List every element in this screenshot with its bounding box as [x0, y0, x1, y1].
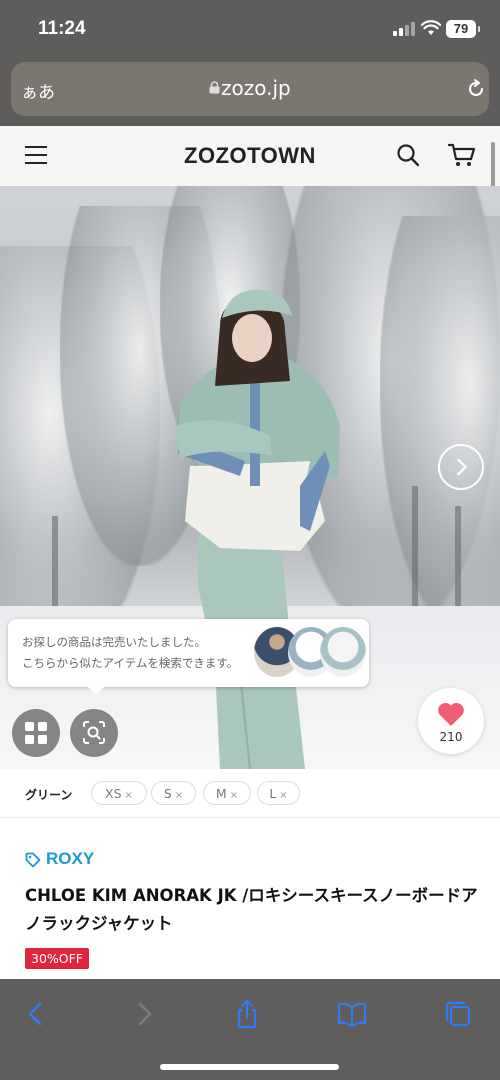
image-search-button[interactable] — [70, 709, 118, 757]
bookmarks-icon[interactable] — [337, 999, 367, 1029]
site-header: ZOZOTOWN — [0, 126, 500, 186]
size-chip-s[interactable]: S × — [151, 781, 196, 805]
similar-item-thumbnail[interactable] — [320, 627, 366, 677]
unavailable-icon: × — [229, 790, 239, 801]
forward-icon[interactable] — [128, 999, 158, 1029]
search-icon[interactable] — [396, 143, 420, 167]
grid-view-button[interactable] — [12, 709, 60, 757]
size-label: L — [269, 786, 277, 801]
text-size-button[interactable]: ぁあ — [21, 78, 55, 103]
tabs-icon[interactable] — [443, 999, 473, 1029]
unavailable-icon: × — [279, 790, 288, 801]
size-chip-m[interactable]: M × — [203, 781, 251, 805]
sold-out-popup[interactable]: お探しの商品は完売いたしました。 こちらから似たアイテムを検索できます。 — [8, 619, 369, 695]
size-chip-l[interactable]: L × — [257, 781, 300, 805]
model-figure — [175, 289, 340, 769]
color-label: グリーン — [25, 788, 73, 802]
next-arrow-icon — [457, 458, 467, 476]
url-domain: zozo.jp — [221, 76, 291, 100]
share-icon[interactable] — [232, 999, 262, 1029]
product-title: CHLOE KIM ANORAK JK /ロキシースキースノーボードアノラックジ… — [25, 886, 478, 933]
unavailable-icon: × — [124, 790, 133, 801]
grid-icon — [25, 722, 47, 744]
web-page: ZOZOTOWN お探しの商品は完売いたしました。 こちらから似たアイテムを検索… — [0, 126, 500, 979]
product-image[interactable]: お探しの商品は完売いたしました。 こちらから似たアイテムを検索できます。 210 — [0, 186, 500, 769]
unavailable-icon: × — [174, 790, 184, 801]
size-label: S — [163, 786, 172, 801]
heart-icon — [438, 702, 464, 726]
brand-name: ROXY — [46, 849, 95, 868]
reload-icon[interactable] — [466, 79, 486, 99]
wifi-icon — [421, 20, 441, 35]
size-label: M — [215, 786, 227, 801]
cart-icon[interactable] — [448, 142, 476, 168]
sold-out-message: お探しの商品は完売いたしました。 — [22, 635, 206, 649]
battery-icon: 79 — [446, 20, 480, 38]
home-indicator[interactable] — [160, 1064, 339, 1070]
next-image-button[interactable] — [438, 444, 484, 490]
image-search-icon — [83, 721, 105, 744]
status-time: 11:24 — [38, 18, 86, 39]
status-bar: 11:24 79 — [0, 0, 500, 56]
site-logo[interactable]: ZOZOTOWN — [0, 143, 500, 169]
size-selector: グリーン XS × S × M × L × — [0, 769, 500, 818]
signal-icon — [393, 22, 417, 36]
favorite-count: 210 — [439, 730, 463, 744]
discount-badge: 30%OFF — [25, 948, 90, 969]
size-label: XS — [105, 786, 122, 801]
tag-icon — [25, 852, 41, 868]
lock-icon — [209, 81, 220, 94]
similar-items-hint: こちらから似たアイテムを検索できます。 — [22, 656, 239, 670]
address-bar[interactable]: ぁあ zozo.jp — [11, 62, 489, 116]
back-icon[interactable] — [22, 999, 52, 1029]
favorite-button[interactable]: 210 — [418, 688, 484, 754]
size-chip-xs[interactable]: XS × — [91, 781, 147, 805]
